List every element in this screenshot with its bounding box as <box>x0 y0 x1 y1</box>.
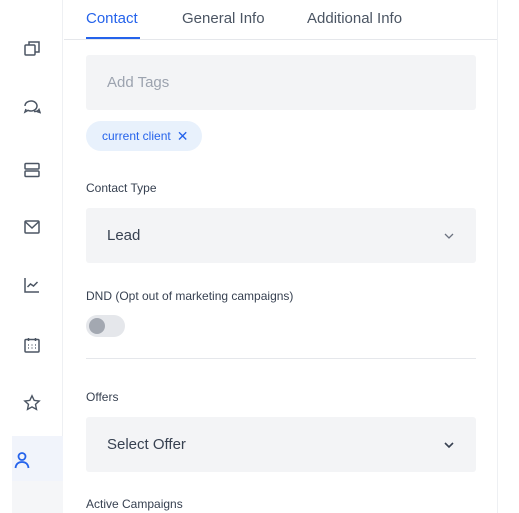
calendar-icon <box>23 338 40 353</box>
offers-label: Offers <box>86 390 119 404</box>
contact-form: current client ✕ Contact Type Lead DND (… <box>64 40 497 513</box>
tab-bar: Contact General Info Additional Info <box>64 0 498 40</box>
dnd-toggle-knob <box>89 318 105 334</box>
remove-tag-icon[interactable]: ✕ <box>177 129 189 143</box>
chevron-down-icon <box>443 439 455 451</box>
chat-icon <box>23 100 41 114</box>
contact-type-label: Contact Type <box>86 181 157 195</box>
left-rail <box>0 0 63 513</box>
contact-type-value: Lead <box>107 227 141 244</box>
section-divider <box>86 358 476 359</box>
mail-icon <box>23 220 40 234</box>
tab-additional-info[interactable]: Additional Info <box>307 10 402 27</box>
copy-icon <box>23 41 40 56</box>
active-tab-indicator <box>86 37 140 39</box>
tag-chip-label: current client <box>102 129 171 143</box>
tag-chip: current client ✕ <box>86 121 203 151</box>
rail-item-favorites[interactable] <box>0 379 63 427</box>
rail-item-calendar[interactable] <box>0 321 63 369</box>
rail-item-copy[interactable] <box>0 24 63 72</box>
rail-item-conversations[interactable] <box>0 83 63 131</box>
dnd-toggle[interactable] <box>86 315 125 337</box>
chevron-down-icon <box>443 230 455 242</box>
rail-item-email[interactable] <box>0 203 63 251</box>
star-icon <box>22 394 41 411</box>
contact-type-select[interactable]: Lead <box>86 208 476 263</box>
server-icon <box>23 162 40 178</box>
dnd-label: DND (Opt out of marketing campaigns) <box>86 289 294 303</box>
offers-value: Select Offer <box>107 436 186 453</box>
tags-input[interactable] <box>86 55 476 110</box>
rail-item-pipelines[interactable] <box>0 146 63 194</box>
tab-contact[interactable]: Contact <box>86 10 138 27</box>
active-campaigns-label: Active Campaigns <box>86 497 183 511</box>
offers-select[interactable]: Select Offer <box>86 417 476 472</box>
rail-item-reports[interactable] <box>0 261 63 309</box>
user-icon <box>14 452 30 469</box>
tab-general-info[interactable]: General Info <box>182 10 265 27</box>
panel-right-border <box>497 0 498 513</box>
rail-item-contacts[interactable] <box>12 436 63 484</box>
rail-bottom-item[interactable] <box>12 481 63 513</box>
chart-icon <box>23 278 39 293</box>
